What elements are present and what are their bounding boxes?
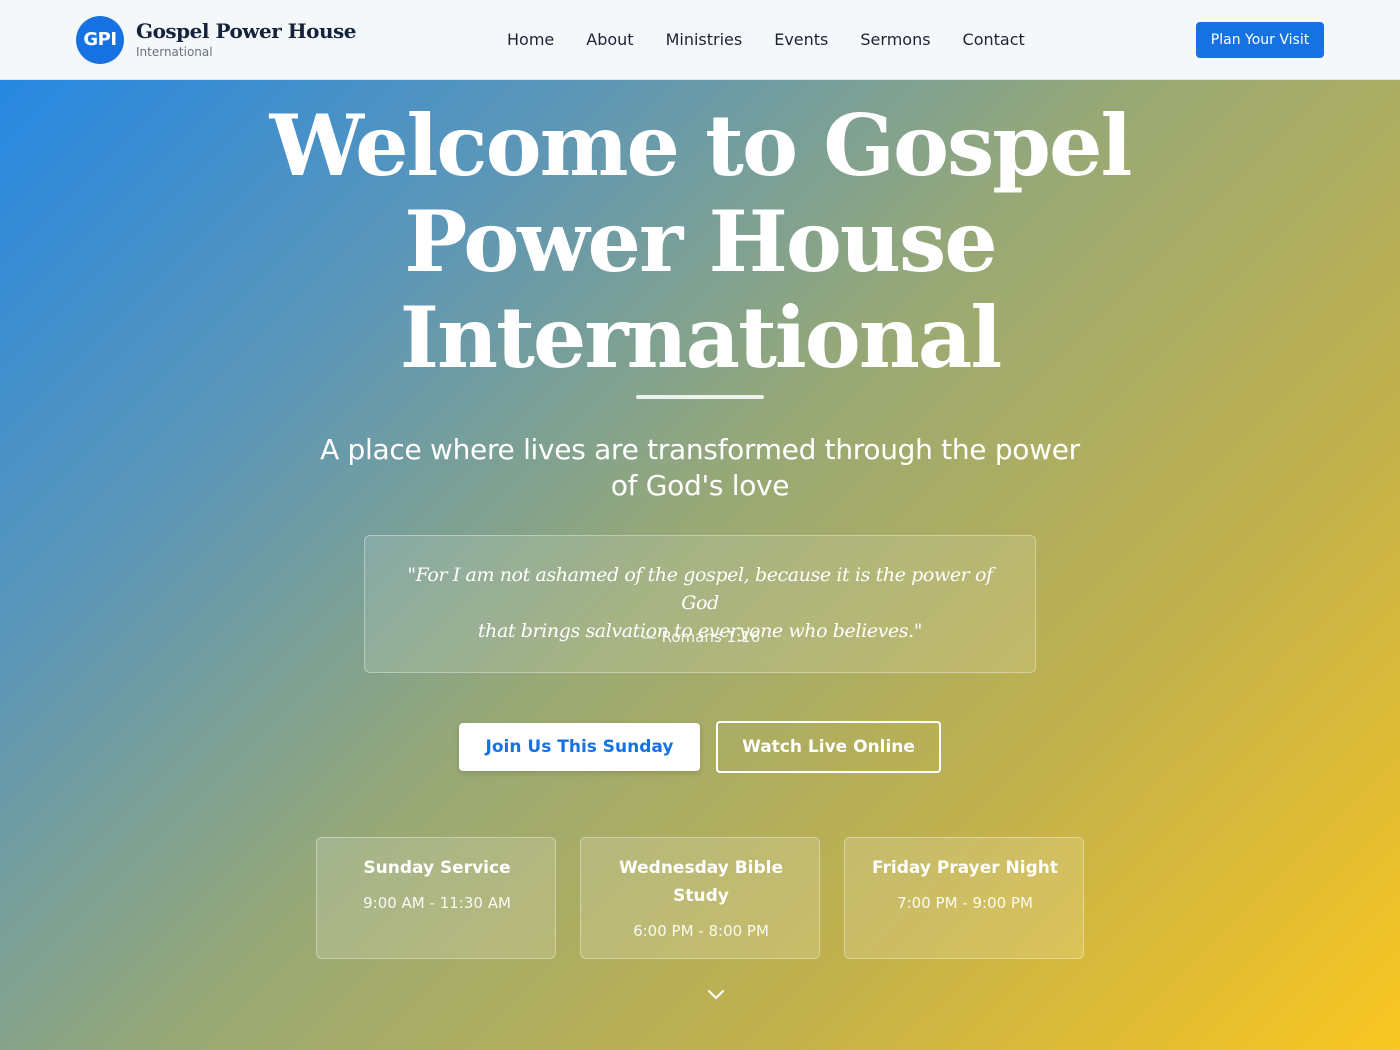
- verse-quote-line-1: "For I am not ashamed of the gospel, bec…: [407, 564, 993, 614]
- nav-link-sermons[interactable]: Sermons: [844, 28, 946, 52]
- hero-subtitle-line-1: A place where lives are transformed thro…: [320, 433, 1080, 466]
- service-time: 6:00 PM - 8:00 PM: [633, 922, 769, 940]
- service-card-wednesday: Wednesday Bible Study 6:00 PM - 8:00 PM: [580, 837, 820, 959]
- main-nav: Home About Ministries Events Sermons Con…: [491, 28, 1041, 52]
- hero-title-line-3: International: [399, 288, 1003, 387]
- nav-link-about[interactable]: About: [570, 28, 649, 52]
- plan-visit-button[interactable]: Plan Your Visit: [1196, 22, 1324, 58]
- nav-link-contact[interactable]: Contact: [947, 28, 1041, 52]
- hero-title: Welcome to Gospel Power House Internationa…: [200, 98, 1200, 386]
- logo-badge[interactable]: GPI: [76, 16, 124, 64]
- service-card-sunday: Sunday Service 9:00 AM - 11:30 AM: [316, 837, 556, 959]
- service-name: Sunday Service: [363, 858, 511, 878]
- watch-live-button[interactable]: Watch Live Online: [716, 721, 941, 773]
- brand-name[interactable]: Gospel Power House: [136, 19, 357, 43]
- nav-link-ministries[interactable]: Ministries: [650, 28, 759, 52]
- title-divider: [636, 395, 764, 399]
- nav-link-events[interactable]: Events: [758, 28, 844, 52]
- join-sunday-button[interactable]: Join Us This Sunday: [459, 723, 700, 771]
- verse-card: "For I am not ashamed of the gospel, bec…: [364, 535, 1036, 673]
- hero-title-line-1: Welcome to Gospel: [269, 96, 1133, 195]
- service-card-friday: Friday Prayer Night 7:00 PM - 9:00 PM: [844, 837, 1084, 959]
- service-name: Wednesday Bible Study: [618, 858, 784, 906]
- hero-subtitle-line-2: of God's love: [610, 469, 790, 502]
- hero-title-line-2: Power House: [404, 192, 997, 291]
- service-time: 7:00 PM - 9:00 PM: [897, 894, 1033, 912]
- hero-subtitle: A place where lives are transformed thro…: [300, 432, 1100, 504]
- service-name: Friday Prayer Night: [871, 858, 1058, 878]
- nav-link-home[interactable]: Home: [491, 28, 570, 52]
- navbar: GPI Gospel Power House International Hom…: [0, 0, 1400, 80]
- brand-subtitle: International: [136, 45, 213, 59]
- verse-reference: — Romans 1:16: [641, 628, 761, 646]
- chevron-down-icon[interactable]: [704, 983, 728, 1007]
- service-time: 9:00 AM - 11:30 AM: [363, 894, 511, 912]
